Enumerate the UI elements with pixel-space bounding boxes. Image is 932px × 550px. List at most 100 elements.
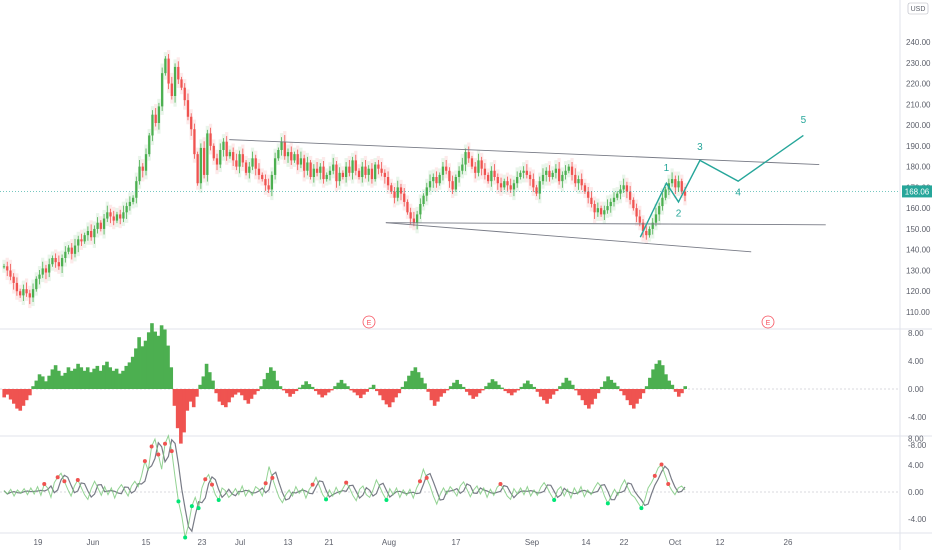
- histogram-bar: [403, 381, 408, 389]
- oscillator-1-pane[interactable]: [0, 323, 900, 444]
- signal-dot: [344, 480, 349, 485]
- candle-body: [80, 239, 83, 242]
- candle-body: [286, 152, 290, 157]
- candle-body: [235, 160, 238, 167]
- candle-body: [328, 170, 332, 175]
- histogram-bar: [628, 389, 633, 406]
- candle-body: [96, 222, 99, 229]
- histogram-bar: [371, 384, 376, 389]
- time-tick: 15: [142, 538, 151, 547]
- histogram-bar: [416, 372, 421, 389]
- price-tick: 210.00: [906, 100, 931, 109]
- candle-body: [273, 158, 277, 175]
- candle-body: [503, 181, 506, 188]
- oscillator-line: [3, 434, 686, 538]
- histogram-bar: [114, 368, 119, 389]
- time-axis[interactable]: 19 Jun 15 23 Jul 13 21 Aug 17 Sep 14 22 Oct 12 26: [34, 538, 793, 547]
- signal-dot: [183, 535, 188, 540]
- histogram-bar: [217, 389, 222, 402]
- histogram-bar: [448, 386, 453, 389]
- histogram-bar: [105, 361, 109, 389]
- time-tick: Sep: [525, 538, 540, 547]
- candle-body: [377, 164, 380, 169]
- candle-body: [25, 289, 28, 294]
- time-tick: 21: [325, 538, 334, 547]
- candle-body: [267, 185, 270, 190]
- wave-path: [639, 134, 804, 238]
- candle-body: [603, 210, 606, 215]
- histogram-bar: [545, 389, 549, 404]
- histogram-bar: [101, 365, 106, 389]
- oscillator-2-pane[interactable]: [0, 434, 900, 540]
- histogram-bar: [631, 389, 636, 409]
- candle-body: [83, 235, 86, 242]
- signal-dot: [169, 449, 174, 454]
- candle-body: [219, 150, 222, 165]
- candle-body: [451, 181, 454, 190]
- histogram-bar: [368, 387, 373, 389]
- histogram-bar: [554, 389, 559, 392]
- histogram-bar: [429, 389, 434, 401]
- histogram-bar: [281, 389, 286, 391]
- histogram-bar: [625, 389, 630, 401]
- osc2-tick: 0.00: [908, 488, 924, 497]
- chart-canvas[interactable]: 12345 240.00230.00220.00210.00200.00190.…: [0, 0, 932, 550]
- price-pane[interactable]: [0, 0, 932, 550]
- histogram-bar: [79, 367, 84, 389]
- signal-dot: [62, 479, 67, 484]
- candle-body: [622, 185, 625, 190]
- histogram-bar: [172, 389, 177, 406]
- histogram-bar: [73, 368, 77, 389]
- histogram-bar: [166, 345, 170, 389]
- candle-body: [54, 258, 57, 263]
- earnings-markers[interactable]: EE: [362, 315, 775, 329]
- signal-dot: [424, 475, 429, 480]
- candle-body: [532, 179, 535, 188]
- candle-body: [396, 187, 399, 198]
- currency-label: USD: [911, 6, 926, 13]
- candle-body: [228, 152, 232, 157]
- candle-body: [629, 191, 632, 200]
- candle-body: [109, 212, 112, 217]
- histogram-bar: [651, 369, 655, 389]
- histogram-bar: [98, 370, 103, 389]
- candle-body: [199, 147, 203, 184]
- candle-body: [367, 168, 370, 175]
- histogram-bar: [477, 389, 482, 394]
- candle-body: [409, 212, 412, 219]
- candle-body: [151, 114, 154, 136]
- candle-body: [499, 183, 503, 188]
- histogram-bar: [108, 367, 113, 389]
- signal-dot: [149, 444, 154, 449]
- signal-dot: [42, 481, 47, 486]
- histogram-bar: [567, 380, 572, 389]
- candle-body: [35, 278, 38, 290]
- histogram-bar: [603, 381, 607, 389]
- histogram-bar: [676, 389, 681, 397]
- histogram-bar: [204, 363, 209, 389]
- signal-dot: [156, 452, 161, 457]
- candle-body: [464, 152, 467, 165]
- candle-body: [48, 264, 51, 273]
- histogram-bar: [419, 377, 424, 389]
- trendline: [385, 222, 752, 253]
- price-axis[interactable]: 240.00 230.00 220.00 210.00 200.00 190.00 180.…: [906, 38, 931, 317]
- candle-body: [677, 181, 680, 188]
- histogram-bar: [323, 389, 328, 396]
- histogram-bar: [561, 382, 565, 389]
- histogram-bar: [294, 389, 299, 392]
- histogram-bar: [57, 370, 61, 389]
- histogram-bar: [159, 325, 164, 389]
- histogram-bar: [619, 389, 623, 392]
- candle-body: [616, 193, 619, 198]
- histogram-bar: [583, 389, 588, 406]
- histogram-bar: [143, 340, 148, 389]
- currency-tag: USD: [907, 2, 929, 15]
- signal-dot: [552, 498, 557, 503]
- candle-body: [654, 214, 658, 223]
- candle-body: [351, 160, 354, 173]
- histogram-bar: [89, 372, 93, 389]
- histogram-bar: [474, 389, 479, 397]
- time-tick: Oct: [669, 538, 682, 547]
- histogram-bar: [497, 384, 501, 389]
